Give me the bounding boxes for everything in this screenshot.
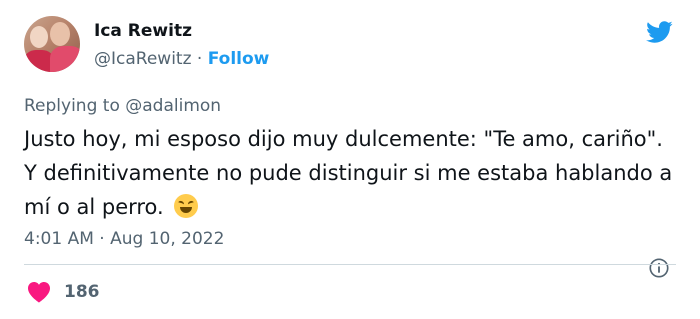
like-count[interactable]: 186	[64, 282, 100, 302]
tweet-time[interactable]: 4:01 AM	[24, 229, 94, 249]
separator: ·	[196, 49, 203, 69]
tweet-body: Justo hoy, mi esposo dijo muy dulcemente…	[24, 127, 673, 219]
avatar[interactable]	[24, 16, 80, 72]
reply-prefix: Replying to	[24, 96, 120, 116]
twitter-bird-icon[interactable]	[643, 18, 675, 46]
reply-context: Replying to @adalimon	[24, 96, 221, 116]
divider	[24, 264, 676, 265]
avatar-figure	[50, 22, 70, 46]
author-name[interactable]: Ica Rewitz	[94, 21, 192, 41]
tweet-date[interactable]: Aug 10, 2022	[110, 229, 224, 249]
author-handle[interactable]: @IcaRewitz	[94, 49, 192, 69]
author-handle-row: @IcaRewitz · Follow	[94, 49, 269, 69]
info-icon[interactable]	[648, 257, 670, 279]
follow-button[interactable]: Follow	[208, 49, 270, 69]
avatar-figure	[50, 46, 80, 72]
separator: ·	[99, 229, 105, 249]
timestamp[interactable]: 4:01 AM · Aug 10, 2022	[24, 229, 224, 249]
tweet-text: Justo hoy, mi esposo dijo muy dulcemente…	[24, 122, 674, 224]
rolling-on-floor-laughing-icon	[174, 194, 199, 218]
reply-mention[interactable]: @adalimon	[125, 96, 221, 116]
heart-icon[interactable]	[27, 281, 51, 303]
avatar-figure	[30, 26, 48, 48]
